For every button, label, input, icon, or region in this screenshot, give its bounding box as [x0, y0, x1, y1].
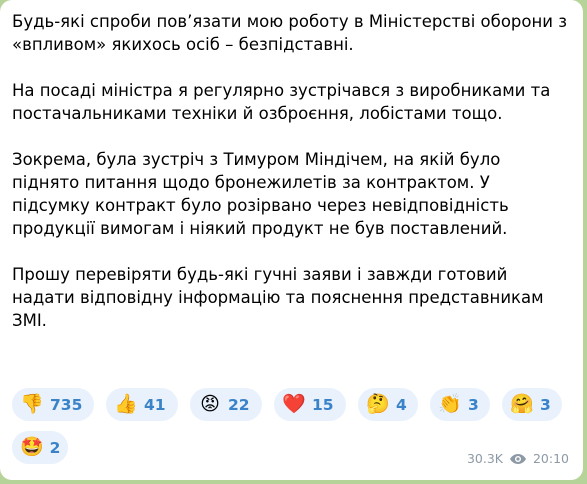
message-meta: 30.3K 20:10 [467, 451, 569, 466]
thumbs-up-icon: 👍 [114, 393, 138, 415]
message-paragraph: Зокрема, була зустріч з Тимуром Міндічем… [12, 150, 509, 238]
reaction-count: 2 [49, 438, 61, 457]
reaction-hugging-face[interactable]: 🤗 3 [502, 388, 562, 421]
star-struck-icon: 🤩 [20, 436, 44, 458]
eye-icon [509, 453, 527, 465]
reaction-count: 4 [396, 395, 407, 414]
reaction-red-heart[interactable]: ❤️ 15 [274, 388, 346, 421]
reaction-clapping-hands[interactable]: 👏 3 [430, 388, 490, 421]
reaction-star-struck[interactable]: 🤩 2 [12, 431, 68, 464]
reaction-count: 41 [144, 395, 166, 414]
red-heart-icon: ❤️ [282, 393, 306, 415]
message-bubble: Будь-які спроби пов’язати мою роботу в М… [0, 0, 583, 480]
message-paragraph: На посаді міністра я регулярно зустрічав… [12, 81, 551, 123]
reaction-thumbs-down[interactable]: 👎 735 [12, 388, 94, 421]
views-count: 30.3K [466, 451, 503, 466]
reaction-count: 15 [312, 395, 334, 414]
message-time: 20:10 [532, 451, 569, 466]
hugging-face-icon: 🤗 [510, 393, 534, 415]
message-paragraph: Прошу перевіряти будь-які гучні заяви і … [12, 265, 544, 330]
reaction-angry-face[interactable]: 😡 22 [190, 388, 262, 421]
thumbs-down-icon: 👎 [20, 393, 44, 415]
clapping-hands-icon: 👏 [438, 393, 462, 415]
message-paragraph: Будь-які спроби пов’язати мою роботу в М… [12, 12, 568, 54]
angry-face-icon: 😡 [200, 393, 220, 415]
thinking-face-icon: 🤔 [366, 393, 390, 415]
reaction-thinking-face[interactable]: 🤔 4 [358, 388, 418, 421]
reaction-count: 735 [50, 395, 83, 414]
reaction-count: 22 [228, 395, 250, 414]
reaction-thumbs-up[interactable]: 👍 41 [106, 388, 178, 421]
reaction-count: 3 [468, 395, 479, 414]
reaction-count: 3 [540, 395, 551, 414]
message-text: Будь-які спроби пов’язати мою роботу в М… [12, 10, 572, 332]
